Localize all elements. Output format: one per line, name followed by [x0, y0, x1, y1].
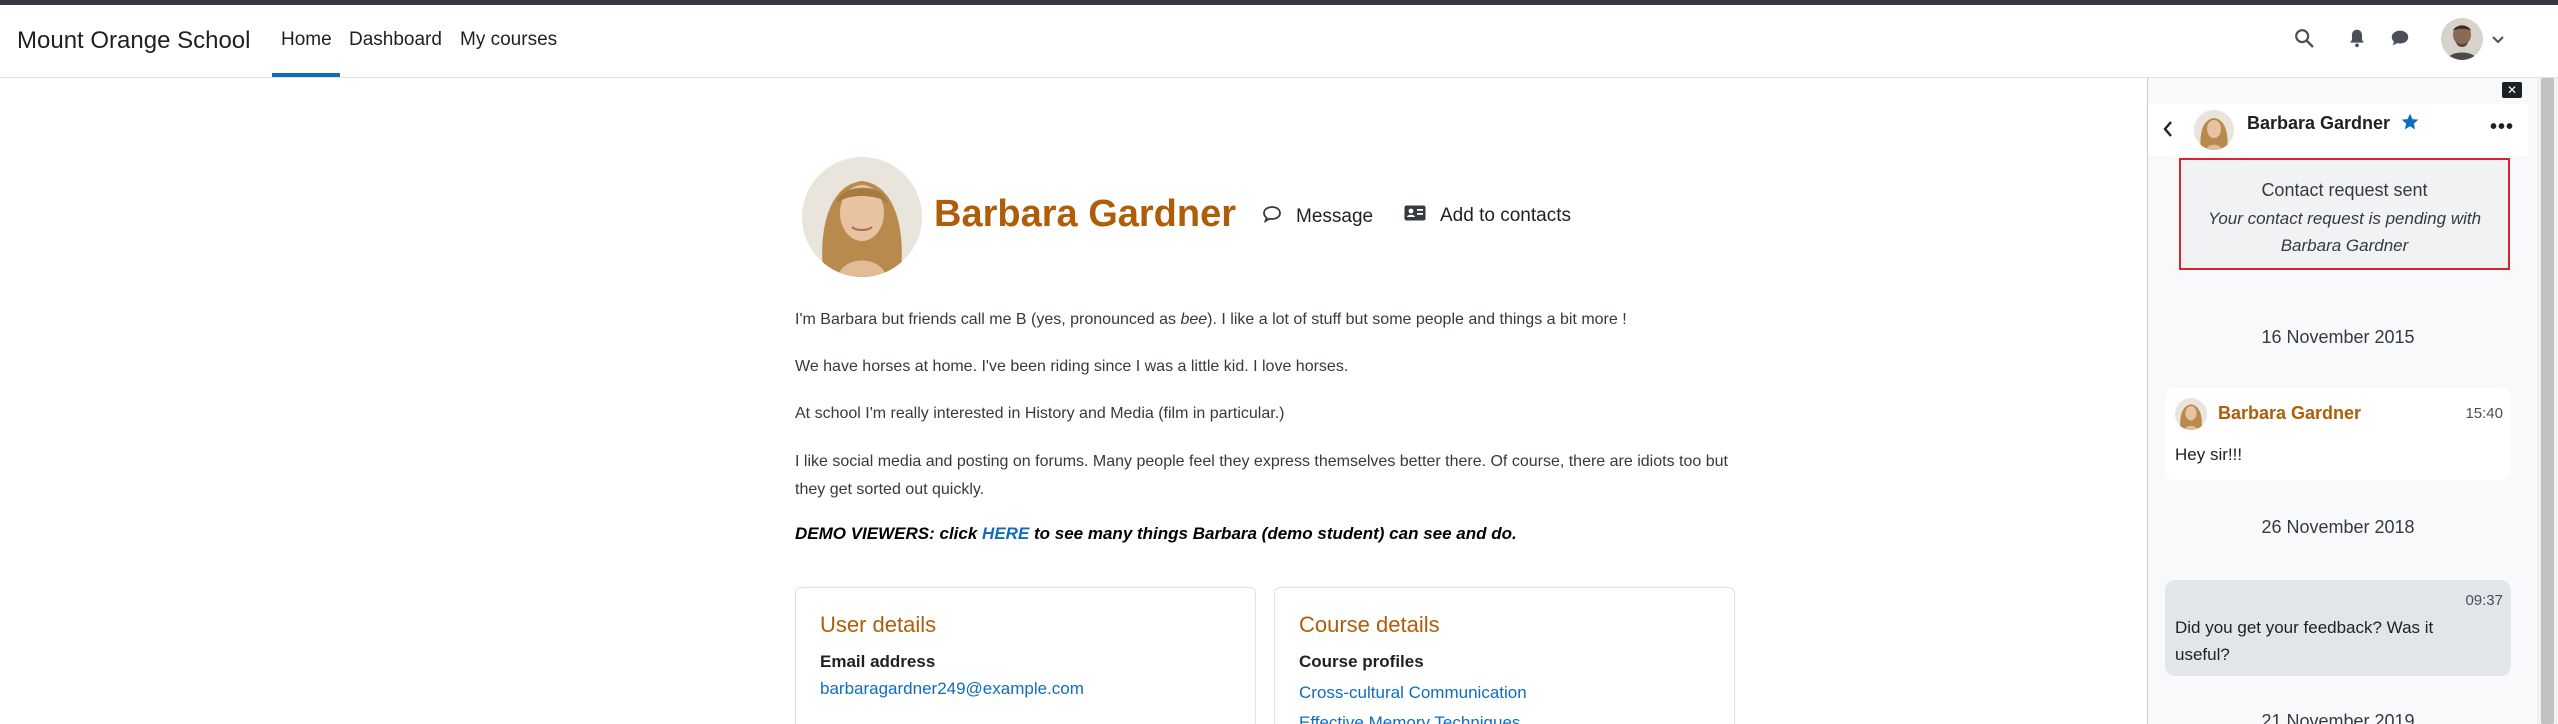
here-link[interactable]: HERE: [982, 524, 1029, 543]
course-details-title: Course details: [1299, 612, 1440, 637]
contact-request-title: Contact request sent: [2261, 180, 2428, 200]
bio-paragraph: We have horses at home. I've been riding…: [795, 358, 1349, 375]
message-label: Message: [1296, 206, 1374, 227]
add-to-contacts-label: Add to contacts: [1440, 205, 1571, 226]
email-link[interactable]: barbaragardner249@example.com: [820, 679, 1084, 699]
add-to-contacts-button[interactable]: Add to contacts: [1404, 205, 1571, 227]
bio-paragraph: At school I'm really interested in Histo…: [795, 405, 1285, 422]
message-button[interactable]: Message: [1262, 205, 1373, 229]
back-arrow-icon[interactable]: [2162, 120, 2174, 143]
nav-my-courses[interactable]: My courses: [460, 29, 557, 51]
conversation-contact-name: Barbara Gardner: [2247, 113, 2391, 133]
contact-request-text: Your contact request is pending with Bar…: [2207, 209, 2482, 255]
message-text: Hey sir!!!: [2175, 445, 2243, 464]
address-card-icon: [1404, 205, 1426, 227]
date-separator: 16 November 2015: [2261, 327, 2415, 347]
email-label: Email address: [820, 652, 936, 671]
nav-dashboard[interactable]: Dashboard: [349, 29, 442, 51]
conversation-header: Barbara Gardner •••: [2148, 104, 2528, 156]
profile-picture: [802, 157, 922, 277]
star-icon[interactable]: [2400, 112, 2420, 137]
chevron-down-icon[interactable]: [2491, 32, 2505, 50]
demo-viewers-note: DEMO VIEWERS: click HERE to see many thi…: [795, 524, 1517, 543]
user-avatar[interactable]: [2441, 18, 2483, 60]
user-details-card: User details Email address barbaragardne…: [795, 587, 1256, 724]
contact-avatar: [2194, 110, 2234, 150]
message-text: Did you get your feedback? Was it useful…: [2175, 618, 2434, 664]
active-tab-indicator: [272, 73, 340, 77]
course-details-card: Course details Course profiles Cross-cul…: [1274, 587, 1735, 724]
profile-name: Barbara Gardner: [934, 193, 1237, 235]
bio-paragraph: I'm Barbara but friends call me B (yes, …: [795, 311, 1627, 328]
bell-icon[interactable]: [2346, 27, 2370, 51]
nav-home[interactable]: Home: [281, 29, 332, 51]
course-link[interactable]: Cross-cultural Communication: [1299, 683, 1527, 703]
navbar: Mount Orange School Home Dashboard My co…: [0, 5, 2558, 78]
message-time: 15:40: [2465, 405, 2503, 422]
course-link[interactable]: Effective Memory Techniques: [1299, 713, 1520, 724]
messaging-drawer: ✕ Barbara Gardner ••• Contact request se…: [2147, 78, 2537, 724]
bio-paragraph: I like social media and posting on forum…: [795, 453, 1728, 498]
search-icon[interactable]: [2293, 27, 2317, 51]
close-drawer-button[interactable]: ✕: [2502, 82, 2522, 98]
site-brand[interactable]: Mount Orange School: [17, 27, 250, 55]
message-bubble-sent: 09:37 Did you get your feedback? Was it …: [2165, 580, 2511, 676]
contact-request-notice: Contact request sent Your contact reques…: [2179, 158, 2510, 270]
page-scrollbar[interactable]: [2537, 78, 2558, 724]
message-bubble-received: Barbara Gardner 15:40 Hey sir!!!: [2165, 388, 2511, 480]
more-options-icon[interactable]: •••: [2490, 116, 2514, 139]
scrollbar-thumb[interactable]: [2541, 78, 2554, 724]
message-sender-name: Barbara Gardner: [2218, 403, 2362, 423]
chat-icon[interactable]: [2389, 27, 2413, 51]
course-profiles-label: Course profiles: [1299, 652, 1424, 671]
date-separator: 26 November 2018: [2261, 517, 2415, 537]
message-icon: [1262, 205, 1282, 229]
user-details-title: User details: [820, 612, 937, 637]
message-time: 09:37: [2465, 592, 2503, 609]
date-separator: 21 November 2019: [2261, 711, 2415, 724]
sender-avatar: [2175, 398, 2207, 430]
